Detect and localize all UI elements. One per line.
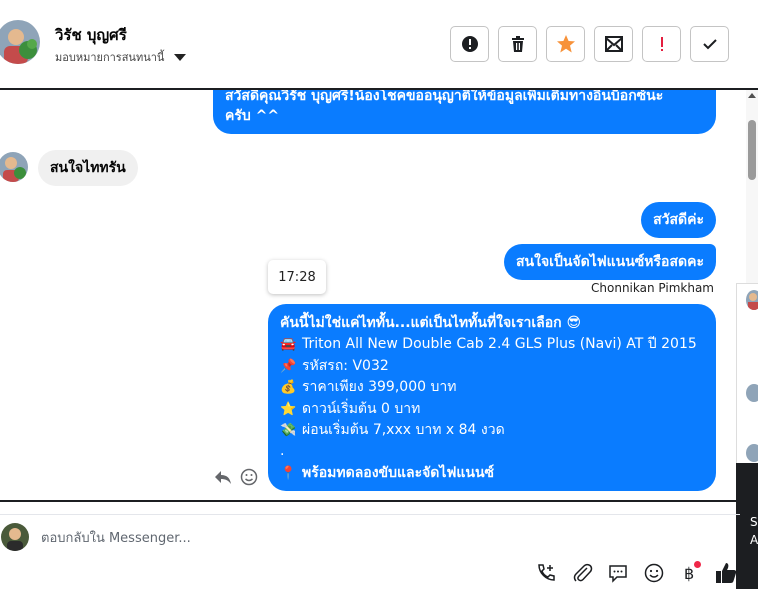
mail-icon bbox=[604, 36, 623, 52]
details-line: 📌 รหัสรถ: V032 bbox=[280, 356, 704, 377]
side-avatar[interactable] bbox=[746, 444, 758, 462]
mark-unread-button[interactable] bbox=[594, 26, 633, 62]
money-bag-icon: 💰 bbox=[280, 380, 297, 396]
car-details-message-bubble[interactable]: คันนี้ไม่ใช่แค่ไททั้น...แต่เป็นไททั้นที่… bbox=[268, 304, 716, 491]
caret-down-icon bbox=[174, 53, 187, 61]
details-line: 💰 ราคาเพียง 399,000 บาท bbox=[280, 377, 704, 398]
reply-input[interactable] bbox=[41, 528, 601, 548]
composer-divider bbox=[0, 514, 740, 515]
saved-reply-button[interactable] bbox=[606, 561, 630, 585]
attachment-icon bbox=[573, 563, 593, 582]
details-code: รหัสรถ: V032 bbox=[302, 357, 389, 374]
star-button[interactable] bbox=[546, 26, 585, 62]
details-price: ราคาเพียง 399,000 บาท bbox=[302, 379, 457, 396]
message-text-line: ครับ ^^ bbox=[225, 108, 280, 124]
like-icon bbox=[716, 563, 737, 583]
details-line: 💸 ผ่อนเริ่มต้น 7,xxx บาท x 84 งวด bbox=[280, 420, 704, 441]
details-model: Triton All New Double Cab 2.4 GLS Plus (… bbox=[302, 336, 697, 353]
trash-icon bbox=[511, 36, 524, 52]
outgoing-message-bubble[interactable]: สนใจเป็นจัดไฟแนนซ์หรือสดคะ bbox=[504, 244, 716, 280]
message-text: สวัสดีค่ะ bbox=[653, 212, 704, 228]
details-line: 📍 พร้อมทดลองขับและจัดไฟแนนซ์ bbox=[280, 463, 704, 484]
done-button[interactable] bbox=[690, 26, 729, 62]
conversation-header: วิรัช บุญศรี มอบหมายการสนทนานี้ bbox=[0, 0, 758, 88]
report-button[interactable] bbox=[450, 26, 489, 62]
conversation-toolbar bbox=[450, 26, 729, 62]
details-down-payment: ดาวน์เริ่มต้น 0 บาท bbox=[302, 400, 421, 417]
important-button[interactable] bbox=[642, 26, 681, 62]
pin-icon: 📍 bbox=[280, 465, 297, 481]
add-call-icon bbox=[538, 564, 555, 581]
reply-icon[interactable] bbox=[214, 469, 232, 485]
side-dark-panel: S A bbox=[736, 463, 758, 589]
details-line: ⭐ ดาวน์เริ่มต้น 0 บาท bbox=[280, 399, 704, 420]
message-thread[interactable]: สวัสดีคุณวิรัช บุญศรี!น้องโชคขออนุญาติให… bbox=[0, 90, 740, 500]
outgoing-message-bubble[interactable]: สวัสดีค่ะ bbox=[641, 202, 716, 238]
message-text-line: สวัสดีคุณวิรัช บุญศรี!น้องโชคขออนุญาติให… bbox=[225, 90, 664, 104]
exclamation-icon bbox=[660, 37, 663, 51]
car-icon: 🚘 bbox=[280, 337, 297, 353]
pushpin-icon: 📌 bbox=[280, 358, 297, 374]
emoji-icon bbox=[644, 563, 664, 583]
details-installment: ผ่อนเริ่มต้น 7,xxx บาท x 84 งวด bbox=[302, 422, 505, 439]
details-separator: . bbox=[280, 443, 285, 460]
message-text: สนใจเป็นจัดไฟแนนซ์หรือสดคะ bbox=[516, 254, 704, 270]
delete-button[interactable] bbox=[498, 26, 537, 62]
add-call-button[interactable] bbox=[534, 561, 558, 585]
details-line: คันนี้ไม่ใช่แค่ไททั้น...แต่เป็นไททั้นที่… bbox=[280, 313, 704, 334]
assign-conversation-dropdown[interactable]: มอบหมายการสนทนานี้ bbox=[55, 48, 187, 66]
scroll-up-arrow[interactable] bbox=[748, 93, 756, 98]
thread-divider bbox=[0, 500, 740, 502]
side-letter: S bbox=[750, 515, 758, 529]
react-emoji-icon[interactable] bbox=[240, 468, 258, 486]
messenger-inbox-window: วิรัช บุญศรี มอบหมายการสนทนานี้ สวัสดีคุ… bbox=[0, 0, 758, 589]
outgoing-message-bubble[interactable]: สวัสดีคุณวิรัช บุญศรี!น้องโชคขออนุญาติให… bbox=[213, 90, 716, 134]
scrollbar-thumb[interactable] bbox=[748, 120, 756, 180]
message-actions bbox=[214, 468, 258, 486]
payment-button[interactable]: ฿ bbox=[678, 561, 702, 585]
svg-text:฿: ฿ bbox=[684, 564, 694, 583]
contact-avatar-small[interactable] bbox=[0, 152, 28, 182]
side-letter: A bbox=[750, 533, 758, 547]
details-line: 🚘 Triton All New Double Cab 2.4 GLS Plus… bbox=[280, 334, 704, 355]
details-line: . bbox=[280, 441, 704, 462]
sender-name: Chonnikan Pimkham bbox=[591, 281, 714, 295]
exclamation-circle-icon bbox=[461, 36, 478, 52]
message-timestamp-tooltip: 17:28 bbox=[268, 260, 326, 294]
saved-reply-icon bbox=[609, 565, 627, 583]
money-wings-icon: 💸 bbox=[280, 423, 297, 439]
side-avatar[interactable] bbox=[746, 290, 758, 310]
details-headline: คันนี้ไม่ใช่แค่ไททั้น...แต่เป็นไททั้นที่… bbox=[280, 315, 582, 331]
assign-label: มอบหมายการสนทนานี้ bbox=[55, 51, 165, 64]
emoji-button[interactable] bbox=[642, 561, 666, 585]
message-text: สนใจไททรัน bbox=[50, 160, 126, 176]
check-icon bbox=[702, 39, 717, 50]
side-panel-peek bbox=[736, 283, 758, 463]
page-avatar bbox=[1, 523, 29, 551]
contact-avatar[interactable] bbox=[0, 20, 40, 64]
like-button[interactable] bbox=[714, 561, 738, 585]
star-icon bbox=[556, 35, 575, 53]
star-emoji-icon: ⭐ bbox=[280, 401, 297, 417]
side-avatar[interactable] bbox=[746, 384, 758, 402]
details-footer: พร้อมทดลองขับและจัดไฟแนนซ์ bbox=[302, 464, 495, 481]
contact-name[interactable]: วิรัช บุญศรี bbox=[55, 23, 127, 47]
incoming-message-bubble[interactable]: สนใจไททรัน bbox=[38, 150, 138, 186]
attach-button[interactable] bbox=[570, 561, 594, 585]
notification-dot bbox=[694, 561, 701, 568]
composer-toolbar: ฿ bbox=[534, 561, 738, 585]
